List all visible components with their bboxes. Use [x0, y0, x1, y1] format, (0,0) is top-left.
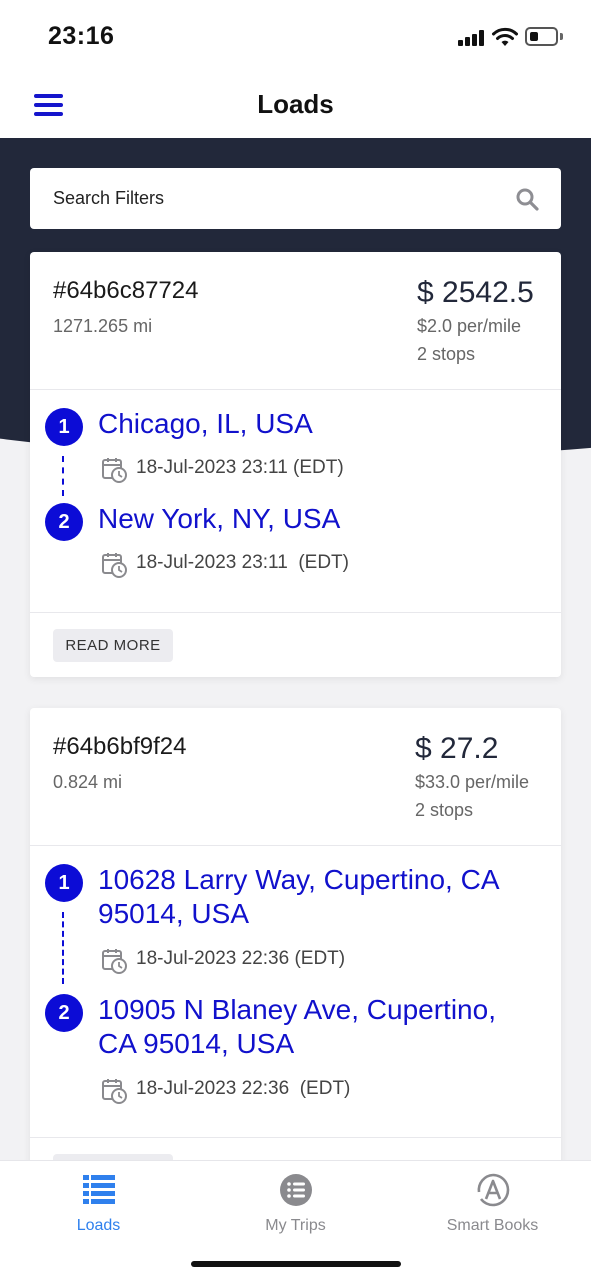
status-time: 23:16 — [48, 22, 115, 50]
stop-number-badge: 2 — [45, 503, 83, 541]
page-title: Loads — [257, 89, 334, 119]
tab-label: My Trips — [265, 1217, 326, 1234]
trips-list-icon — [279, 1174, 312, 1206]
read-more-button[interactable]: READ MORE — [53, 629, 173, 662]
load-id: #64b6c87724 — [53, 277, 199, 304]
search-placeholder: Search Filters — [53, 188, 165, 208]
divider — [30, 612, 561, 613]
load-price: $ 27.2 — [415, 732, 499, 765]
load-card[interactable]: #64b6bf9f24 0.824 mi $ 27.2 $33.0 per/mi… — [30, 708, 561, 1178]
route-connector — [62, 912, 64, 984]
tab-my-trips[interactable]: My Trips — [197, 1161, 394, 1251]
home-indicator — [191, 1261, 401, 1267]
cellular-signal-icon — [458, 30, 484, 46]
calendar-clock-icon — [102, 1079, 127, 1104]
stop-number-badge: 2 — [45, 994, 83, 1032]
search-icon[interactable] — [515, 187, 539, 211]
stop-address[interactable]: 10628 Larry Way, Cupertino, CA 95014, US… — [98, 863, 538, 931]
tab-label: Smart Books — [446, 1217, 539, 1234]
stop-time: 18-Jul-2023 22:36 (EDT) — [136, 1078, 351, 1099]
stop-address[interactable]: 10905 N Blaney Ave, Cupertino, CA 95014,… — [98, 993, 538, 1061]
load-card[interactable]: #64b6c87724 1271.265 mi $ 2542.5 $2.0 pe… — [30, 252, 561, 677]
stop-number-badge: 1 — [45, 408, 83, 446]
smart-books-icon — [477, 1173, 509, 1207]
divider — [30, 389, 561, 390]
battery-icon — [525, 27, 558, 46]
tab-loads[interactable]: Loads — [0, 1161, 197, 1251]
stops-count: 2 stops — [415, 800, 474, 820]
stop-time: 18-Jul-2023 23:11 (EDT) — [136, 457, 344, 478]
price-per-mile: $33.0 per/mile — [415, 772, 530, 792]
load-price: $ 2542.5 — [417, 276, 534, 309]
wifi-icon — [492, 27, 518, 46]
price-per-mile: $2.0 per/mile — [417, 316, 522, 336]
stops-count: 2 stops — [417, 344, 476, 364]
stop-address[interactable]: Chicago, IL, USA — [98, 407, 538, 441]
stop-address[interactable]: New York, NY, USA — [98, 502, 538, 536]
tab-smart-books[interactable]: Smart Books — [394, 1161, 591, 1251]
nav-bar: Loads — [0, 70, 591, 138]
list-icon — [82, 1175, 115, 1204]
load-distance: 0.824 mi — [53, 772, 123, 792]
stop-number-badge: 1 — [45, 864, 83, 902]
divider — [30, 1137, 561, 1138]
tab-label: Loads — [76, 1217, 121, 1234]
calendar-clock-icon — [102, 458, 127, 483]
stop-time: 18-Jul-2023 23:11 (EDT) — [136, 552, 349, 573]
search-filters-input[interactable]: Search Filters — [30, 168, 561, 229]
calendar-clock-icon — [102, 949, 127, 974]
calendar-clock-icon — [102, 553, 127, 578]
load-id: #64b6bf9f24 — [53, 733, 187, 760]
stop-time: 18-Jul-2023 22:36 (EDT) — [136, 948, 346, 969]
status-bar: 23:16 — [0, 0, 591, 70]
load-distance: 1271.265 mi — [53, 316, 153, 336]
divider — [30, 845, 561, 846]
route-connector — [62, 456, 64, 496]
